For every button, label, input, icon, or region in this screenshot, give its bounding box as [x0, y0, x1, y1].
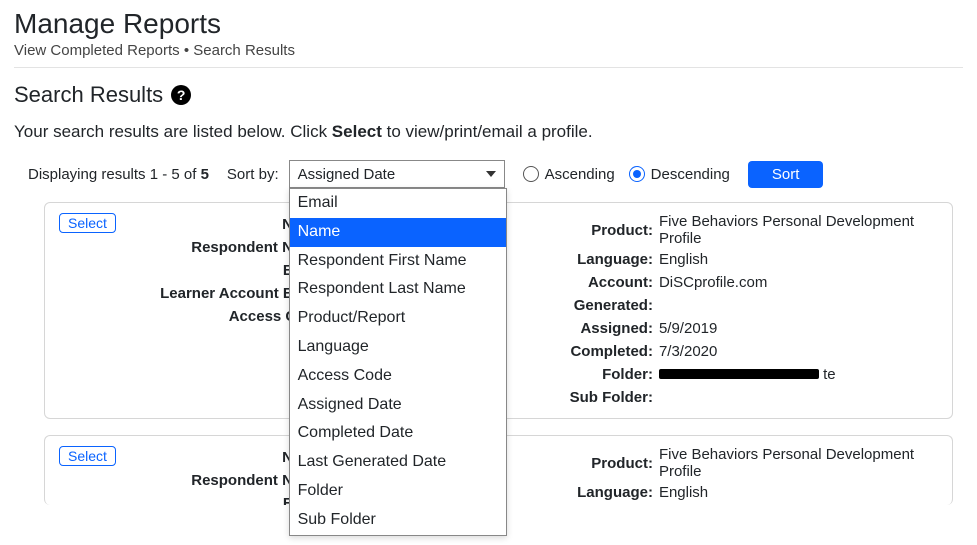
- divider: [14, 67, 963, 68]
- sort-by-selected-value: Assigned Date: [298, 166, 396, 183]
- help-icon[interactable]: ?: [171, 85, 191, 105]
- sort-option[interactable]: Name: [290, 218, 506, 247]
- sort-option[interactable]: Respondent Last Name: [290, 275, 506, 304]
- sort-button[interactable]: Sort: [748, 161, 824, 188]
- sort-option[interactable]: Product/Report: [290, 304, 506, 333]
- value-language: English: [659, 484, 938, 501]
- label-folder: Folder:: [553, 366, 653, 383]
- chevron-down-icon: [486, 171, 496, 177]
- breadcrumb: View Completed Reports • Search Results: [14, 42, 963, 59]
- sort-option[interactable]: Last Generated Date: [290, 448, 506, 477]
- page-title: Manage Reports: [14, 8, 963, 40]
- sort-option[interactable]: Access Code: [290, 362, 506, 391]
- value-product: Five Behaviors Personal Development Prof…: [659, 213, 938, 247]
- value-completed: 7/3/2020: [659, 343, 938, 360]
- value-folder: te: [659, 366, 938, 383]
- sort-option[interactable]: Email: [290, 189, 506, 218]
- label-generated: Generated:: [553, 297, 653, 314]
- sort-by-select[interactable]: Assigned Date: [289, 160, 505, 188]
- value-language: English: [659, 251, 938, 268]
- value-account: DiSCprofile.com: [659, 274, 938, 291]
- sort-option[interactable]: Folder: [290, 477, 506, 506]
- sort-option[interactable]: Respondent First Name: [290, 247, 506, 276]
- select-button[interactable]: Select: [59, 213, 116, 233]
- label-assigned: Assigned:: [553, 320, 653, 337]
- breadcrumb-a[interactable]: View Completed Reports: [14, 42, 180, 59]
- intro-text: Your search results are listed below. Cl…: [14, 122, 963, 142]
- sort-by-dropdown[interactable]: EmailNameRespondent First NameRespondent…: [289, 188, 507, 536]
- label-sub-folder: Sub Folder:: [553, 389, 653, 406]
- label-product: Product:: [553, 222, 653, 239]
- select-button[interactable]: Select: [59, 446, 116, 466]
- section-title: Search Results: [14, 82, 163, 108]
- value-product: Five Behaviors Personal Development Prof…: [659, 446, 938, 480]
- displaying-count: Displaying results 1 - 5 of 5: [28, 166, 209, 183]
- descending-radio[interactable]: Descending: [629, 166, 730, 183]
- controls-row: Displaying results 1 - 5 of 5 Sort by: A…: [14, 160, 963, 188]
- label-account: Account:: [553, 274, 653, 291]
- sort-option[interactable]: Completed Date: [290, 419, 506, 448]
- sort-option[interactable]: Assigned Date: [290, 391, 506, 420]
- radio-icon: [629, 166, 645, 182]
- breadcrumb-sep: •: [184, 42, 189, 59]
- radio-icon: [523, 166, 539, 182]
- ascending-radio[interactable]: Ascending: [523, 166, 615, 183]
- label-product: Product:: [553, 455, 653, 472]
- label-language: Language:: [553, 484, 653, 501]
- sort-by-label: Sort by:: [227, 166, 279, 183]
- label-completed: Completed:: [553, 343, 653, 360]
- label-language: Language:: [553, 251, 653, 268]
- value-assigned: 5/9/2019: [659, 320, 938, 337]
- breadcrumb-b[interactable]: Search Results: [193, 42, 295, 59]
- sort-option[interactable]: Language: [290, 333, 506, 362]
- sort-direction-group: Ascending Descending: [523, 166, 730, 183]
- sort-option[interactable]: Sub Folder: [290, 506, 506, 535]
